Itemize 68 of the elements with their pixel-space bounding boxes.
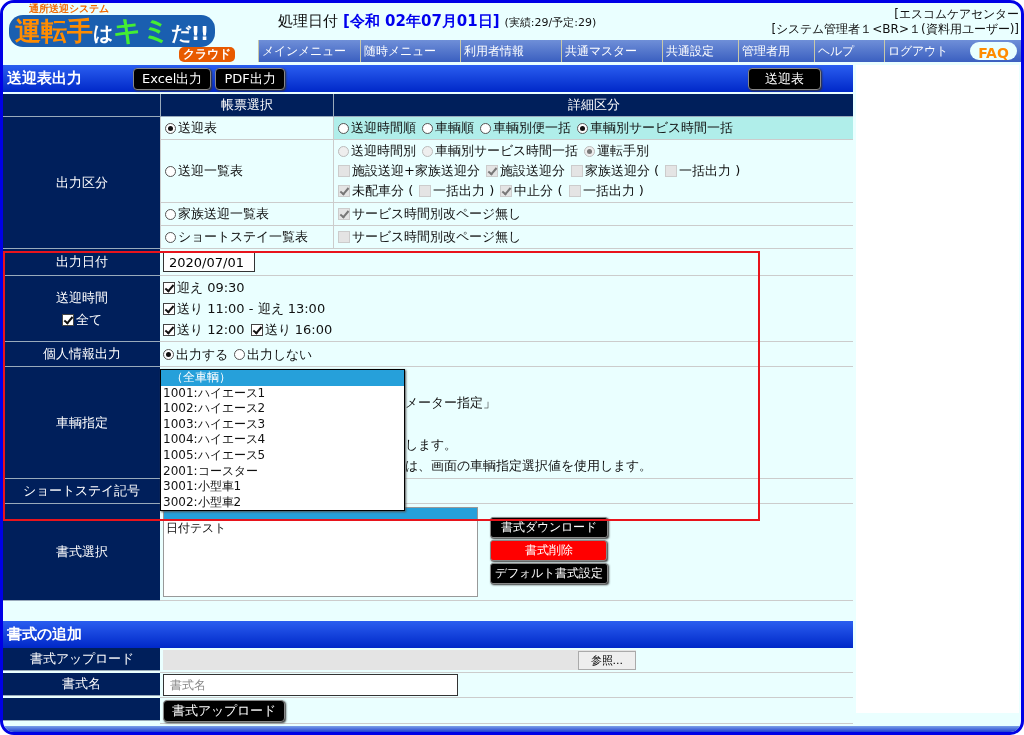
logo-title: 運転手はキミ だ!! <box>9 15 216 47</box>
row-label: 出力区分 <box>3 117 160 249</box>
row-label: 書式名 <box>3 673 160 696</box>
checkbox-option[interactable]: 送り 16:00 <box>250 319 333 340</box>
file-field[interactable]: 参照... <box>163 650 636 670</box>
upload-button[interactable]: 書式アップロード <box>163 700 285 722</box>
processing-date: [令和 02年07月01日] <box>343 12 500 31</box>
radio-option[interactable]: 送迎一覧表 <box>165 162 243 180</box>
nav-menu-item[interactable]: 共通設定 <box>662 40 738 62</box>
row-label: 車輌指定 <box>3 367 160 479</box>
radio-option[interactable]: 車輌別サービス時間一括 <box>577 119 733 137</box>
row-label: 送迎時間 <box>55 288 108 307</box>
row-label: ショートステイ記号 <box>3 479 160 504</box>
list-option[interactable]: 1004:ハイエース4 <box>161 432 404 448</box>
format-button[interactable]: 書式削除 <box>490 540 607 561</box>
list-option[interactable]: 2001:コースター <box>161 463 404 480</box>
logo-tagline: 通所送迎システム <box>29 3 109 15</box>
checkbox-option[interactable]: 送り 11:00 - 迎え 13:00 <box>163 298 326 319</box>
list-option[interactable]: 3001:小型車1 <box>161 479 404 495</box>
pickup-sheet-button[interactable]: 送迎表 <box>748 67 821 90</box>
radio-option[interactable]: 送迎表 <box>165 119 217 137</box>
column-header: 詳細区分 <box>333 94 853 117</box>
logo-badge: クラウド <box>179 47 235 62</box>
export-button[interactable]: Excel出力 <box>133 67 212 90</box>
record-counts: (実績:29/予定:29) <box>504 15 597 30</box>
date-label: 処理日付 <box>278 12 338 31</box>
nav-menu-item[interactable]: ヘルプ <box>814 40 884 62</box>
user-info: [システム管理者１<BR>１(資料用ユーザー)] <box>771 21 1019 37</box>
section-title: 送迎表出力 <box>7 69 83 88</box>
user-info: [エスコムケアセンター <box>893 6 1019 22</box>
list-option[interactable]: 1005:ハイエース5 <box>161 447 404 464</box>
name-field[interactable]: 書式名 <box>163 674 458 696</box>
note-text: します。 <box>405 435 458 454</box>
list-option[interactable]: 日付テスト <box>164 520 477 536</box>
radio-option[interactable]: 出力する <box>163 343 228 365</box>
checkbox-option[interactable]: 全て <box>61 310 102 329</box>
radio-option[interactable]: 家族送迎一覧表 <box>165 205 269 223</box>
checkbox-option[interactable]: 送り 12:00 <box>163 319 245 340</box>
export-button[interactable]: PDF出力 <box>215 67 285 90</box>
list-option[interactable]: 1002:ハイエース2 <box>161 401 404 417</box>
format-button[interactable]: 書式ダウンロード <box>490 517 608 538</box>
nav-menu-item[interactable]: 随時メニュー <box>360 40 460 62</box>
radio-option[interactable]: 車輌別便一括 <box>480 119 571 137</box>
column-header: 帳票選択 <box>160 94 333 117</box>
row-label: 出力日付 <box>3 249 160 276</box>
browse-button[interactable]: 参照... <box>577 650 636 670</box>
row-label: 個人情報出力 <box>3 342 160 367</box>
vehicle-dropdown-menu[interactable]: （全車輌） 1001:ハイエース1 1002:ハイエース2 1003:ハイエース3 1004:ハイエース4 1005:ハイエース5 2001:コースター 3001:小型車1 3002:小型車2 <box>160 369 405 512</box>
radio-option[interactable]: ショートステイ一覧表 <box>165 228 308 246</box>
nav-menu-item[interactable]: ログアウト <box>884 40 966 62</box>
date-field[interactable]: 2020/07/01 <box>163 252 255 272</box>
row-label: 書式アップロード <box>3 648 160 671</box>
radio-option[interactable]: 送迎時間順 <box>338 119 416 137</box>
nav-menu-item[interactable]: 管理者用 <box>738 40 814 62</box>
section-title: 書式の追加 <box>7 625 83 644</box>
list-option[interactable]: 1001:ハイエース1 <box>161 385 404 402</box>
format-list[interactable]: 日付テスト <box>163 507 478 597</box>
nav-menu-item[interactable]: 共通マスター <box>561 40 662 62</box>
radio-option[interactable]: 出力しない <box>234 343 312 365</box>
list-option[interactable]: 1003:ハイエース3 <box>161 416 404 433</box>
note-text: は、画面の車輌指定選択値を使用します。 <box>405 456 653 475</box>
nav-menu-item[interactable]: 利用者情報 <box>460 40 561 62</box>
note-text: メーター指定」 <box>405 393 497 412</box>
row-label: 書式選択 <box>3 504 160 601</box>
format-button[interactable]: デフォルト書式設定 <box>490 563 608 584</box>
nav-menu-item[interactable]: メインメニュー <box>258 40 360 62</box>
checkbox-option[interactable]: 迎え 09:30 <box>163 277 245 298</box>
radio-option[interactable]: 車輌順 <box>422 119 474 137</box>
